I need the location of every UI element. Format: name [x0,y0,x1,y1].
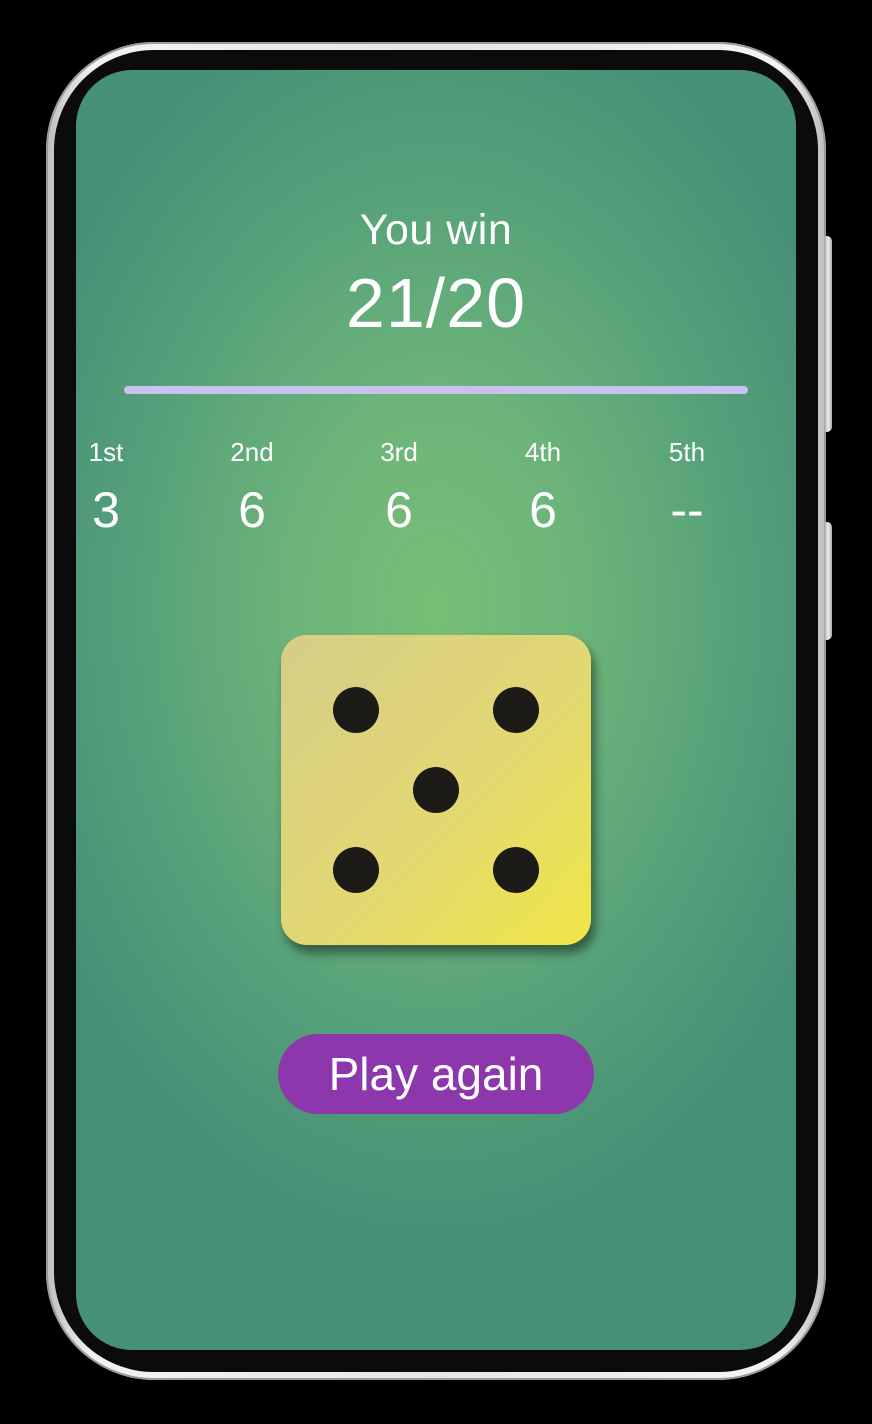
result-label: You win [359,206,513,254]
volume-button [824,236,832,432]
roll-3: 3rd 6 [359,436,439,540]
roll-history: 1st 3 2nd 6 3rd 6 4th 6 5th -- [89,436,766,546]
die-pip [493,847,539,893]
die-pip [413,767,459,813]
die-pip [493,687,539,733]
score-progress-fill [124,386,748,394]
roll-value: 6 [385,482,413,538]
die-pip [333,847,379,893]
power-button [824,522,832,640]
roll-label: 5th [668,437,706,467]
score-progress-bar [124,386,748,394]
roll-value: 6 [529,482,557,538]
game-screen: You win 21/20 1st 3 2nd 6 3rd 6 4th 6 5t… [76,70,796,1350]
roll-label: 4th [524,437,562,467]
roll-label: 2nd [230,437,274,467]
die-pip [333,687,379,733]
roll-label: 1st [88,437,124,467]
roll-4: 4th 6 [503,436,583,540]
score-display: 21/20 [345,264,527,342]
roll-5: 5th -- [647,436,727,540]
roll-1: 1st 3 [76,436,146,540]
roll-value: 6 [238,482,266,538]
roll-value: 3 [92,482,120,538]
device-stage: You win 21/20 1st 3 2nd 6 3rd 6 4th 6 5t… [0,0,872,1424]
result-header: You win 21/20 [76,204,796,344]
roll-label: 3rd [380,437,418,467]
play-again-button[interactable]: Play again [278,1034,594,1114]
roll-value: -- [670,482,704,538]
roll-2: 2nd 6 [212,436,292,540]
dice[interactable] [281,635,591,945]
